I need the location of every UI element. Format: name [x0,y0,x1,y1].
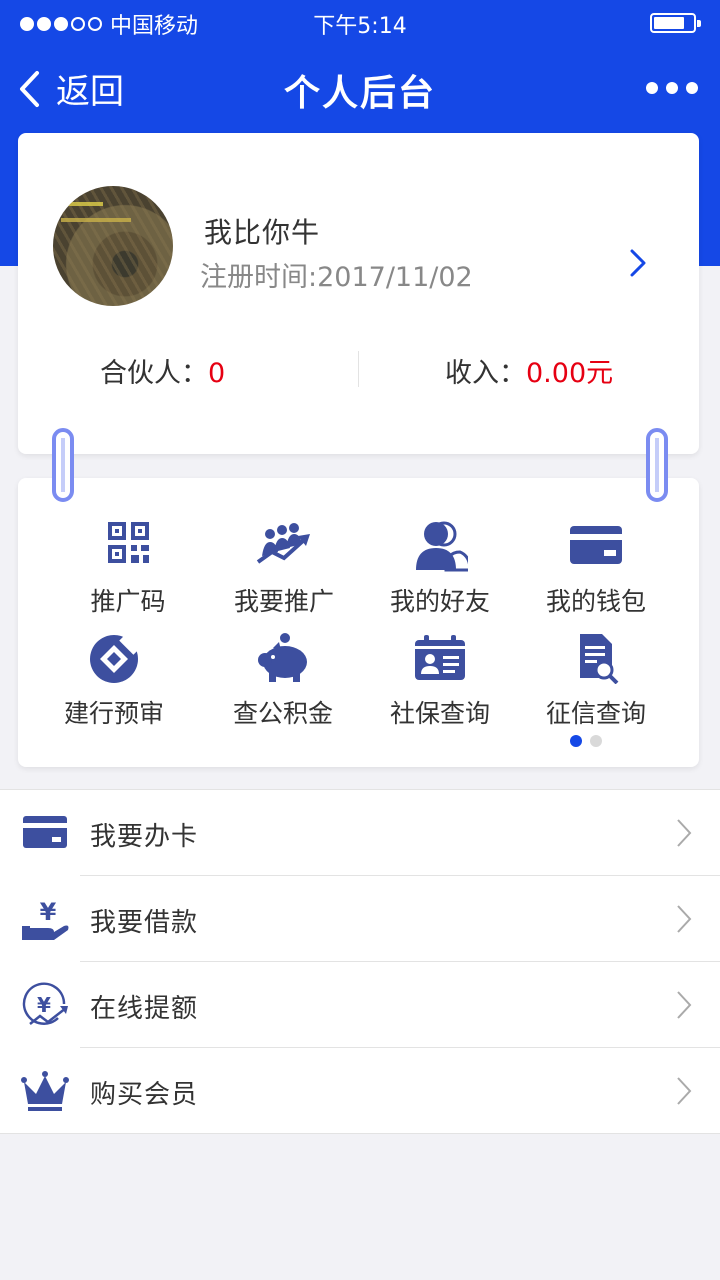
grid-item-label: 查公积金 [232,699,333,728]
grid-item-label: 我的钱包 [545,587,646,616]
stats-divider [358,351,359,387]
chevron-right-icon[interactable] [629,248,647,278]
partner-value: 0 [208,358,226,389]
partner-label: 合伙人： [100,358,208,389]
income-stat[interactable]: 收入：0.00元 [445,351,613,390]
list-item-label: 我要办卡 [90,822,199,852]
register-date: 2017/11/02 [317,262,473,293]
svg-text:¥: ¥ [40,898,57,926]
grid-item-housing-fund[interactable]: 查公积金 [205,632,361,730]
list-item-membership[interactable]: 购买会员 [0,1048,720,1134]
more-dot-icon [666,82,678,94]
card-ring-left [52,428,74,502]
svg-text:¥: ¥ [37,993,51,1017]
more-dot-icon [686,82,698,94]
grid-item-credit[interactable]: 征信查询 [518,632,674,730]
wallet-card-icon [570,526,622,564]
card-icon [23,816,67,848]
qr-code-icon [108,522,149,563]
credit-search-icon [580,634,619,684]
piggy-bank-icon [258,633,307,682]
friends-icon [416,521,468,572]
income-value: 0.00元 [526,358,614,389]
income-label: 收入： [445,358,526,389]
status-time: 下午5:14 [313,14,407,39]
register-label: 注册时间: [200,262,318,293]
status-bar: 中国移动 下午5:14 [0,0,720,44]
grid-item-promote[interactable]: 我要推广 [206,520,362,618]
list-item-raise-limit[interactable]: ¥ 在线提额 [0,962,720,1048]
nav-bar: 返回 个人后台 [0,44,720,132]
menu-grid-card: 推广码 我要推广 我的好友 我的钱包 建行预审 查公积金 社保查询 征信查询 [18,478,699,767]
grid-item-wallet[interactable]: 我的钱包 [518,520,674,618]
battery-icon [650,13,701,33]
grid-item-qrcode[interactable]: 推广码 [50,520,206,618]
yuan-hand-icon: ¥ [22,898,69,940]
list-item-borrow[interactable]: ¥ 我要借款 [0,876,720,962]
grid-item-label: 征信查询 [545,699,646,728]
promote-people-icon [256,523,310,564]
ccb-logo-icon [90,632,142,683]
grid-item-ccb[interactable]: 建行预审 [36,632,192,730]
yuan-growth-icon: ¥ [22,982,68,1025]
profile-card[interactable]: 我比你牛 注册时间:2017/11/02 合伙人：0 收入：0.00元 [18,133,699,454]
list-item-label: 我要借款 [90,908,199,938]
list-item-apply-card[interactable]: 我要办卡 [0,790,720,876]
page-indicator [570,735,602,747]
action-list: 我要办卡 ¥ 我要借款 ¥ 在线提额 购买会员 [0,789,720,1134]
partner-stat[interactable]: 合伙人：0 [100,351,225,390]
page-dot[interactable] [590,735,602,747]
chevron-right-icon [677,991,692,1019]
page-dot-active [570,735,582,747]
card-ring-right [646,428,668,502]
chevron-right-icon [677,1077,692,1105]
page-title: 个人后台 [283,73,436,114]
grid-item-social-security[interactable]: 社保查询 [362,632,518,730]
more-button[interactable] [646,82,698,94]
grid-item-label: 建行预审 [63,699,164,728]
list-item-label: 在线提额 [90,994,199,1024]
username: 我比你牛 [204,216,321,249]
profile-stats: 合伙人：0 收入：0.00元 [18,351,699,391]
chevron-right-icon [677,819,692,847]
grid-item-label: 推广码 [90,587,166,616]
grid-item-label: 社保查询 [389,699,490,728]
crown-icon [21,1071,69,1111]
grid-item-label: 我的好友 [389,587,490,616]
grid-item-label: 我要推广 [233,587,334,616]
avatar[interactable] [53,186,173,306]
more-dot-icon [646,82,658,94]
id-card-icon [415,635,465,680]
grid-item-friends[interactable]: 我的好友 [362,520,518,618]
list-item-label: 购买会员 [90,1080,199,1110]
register-time: 注册时间:2017/11/02 [200,255,473,294]
chevron-right-icon [677,905,692,933]
